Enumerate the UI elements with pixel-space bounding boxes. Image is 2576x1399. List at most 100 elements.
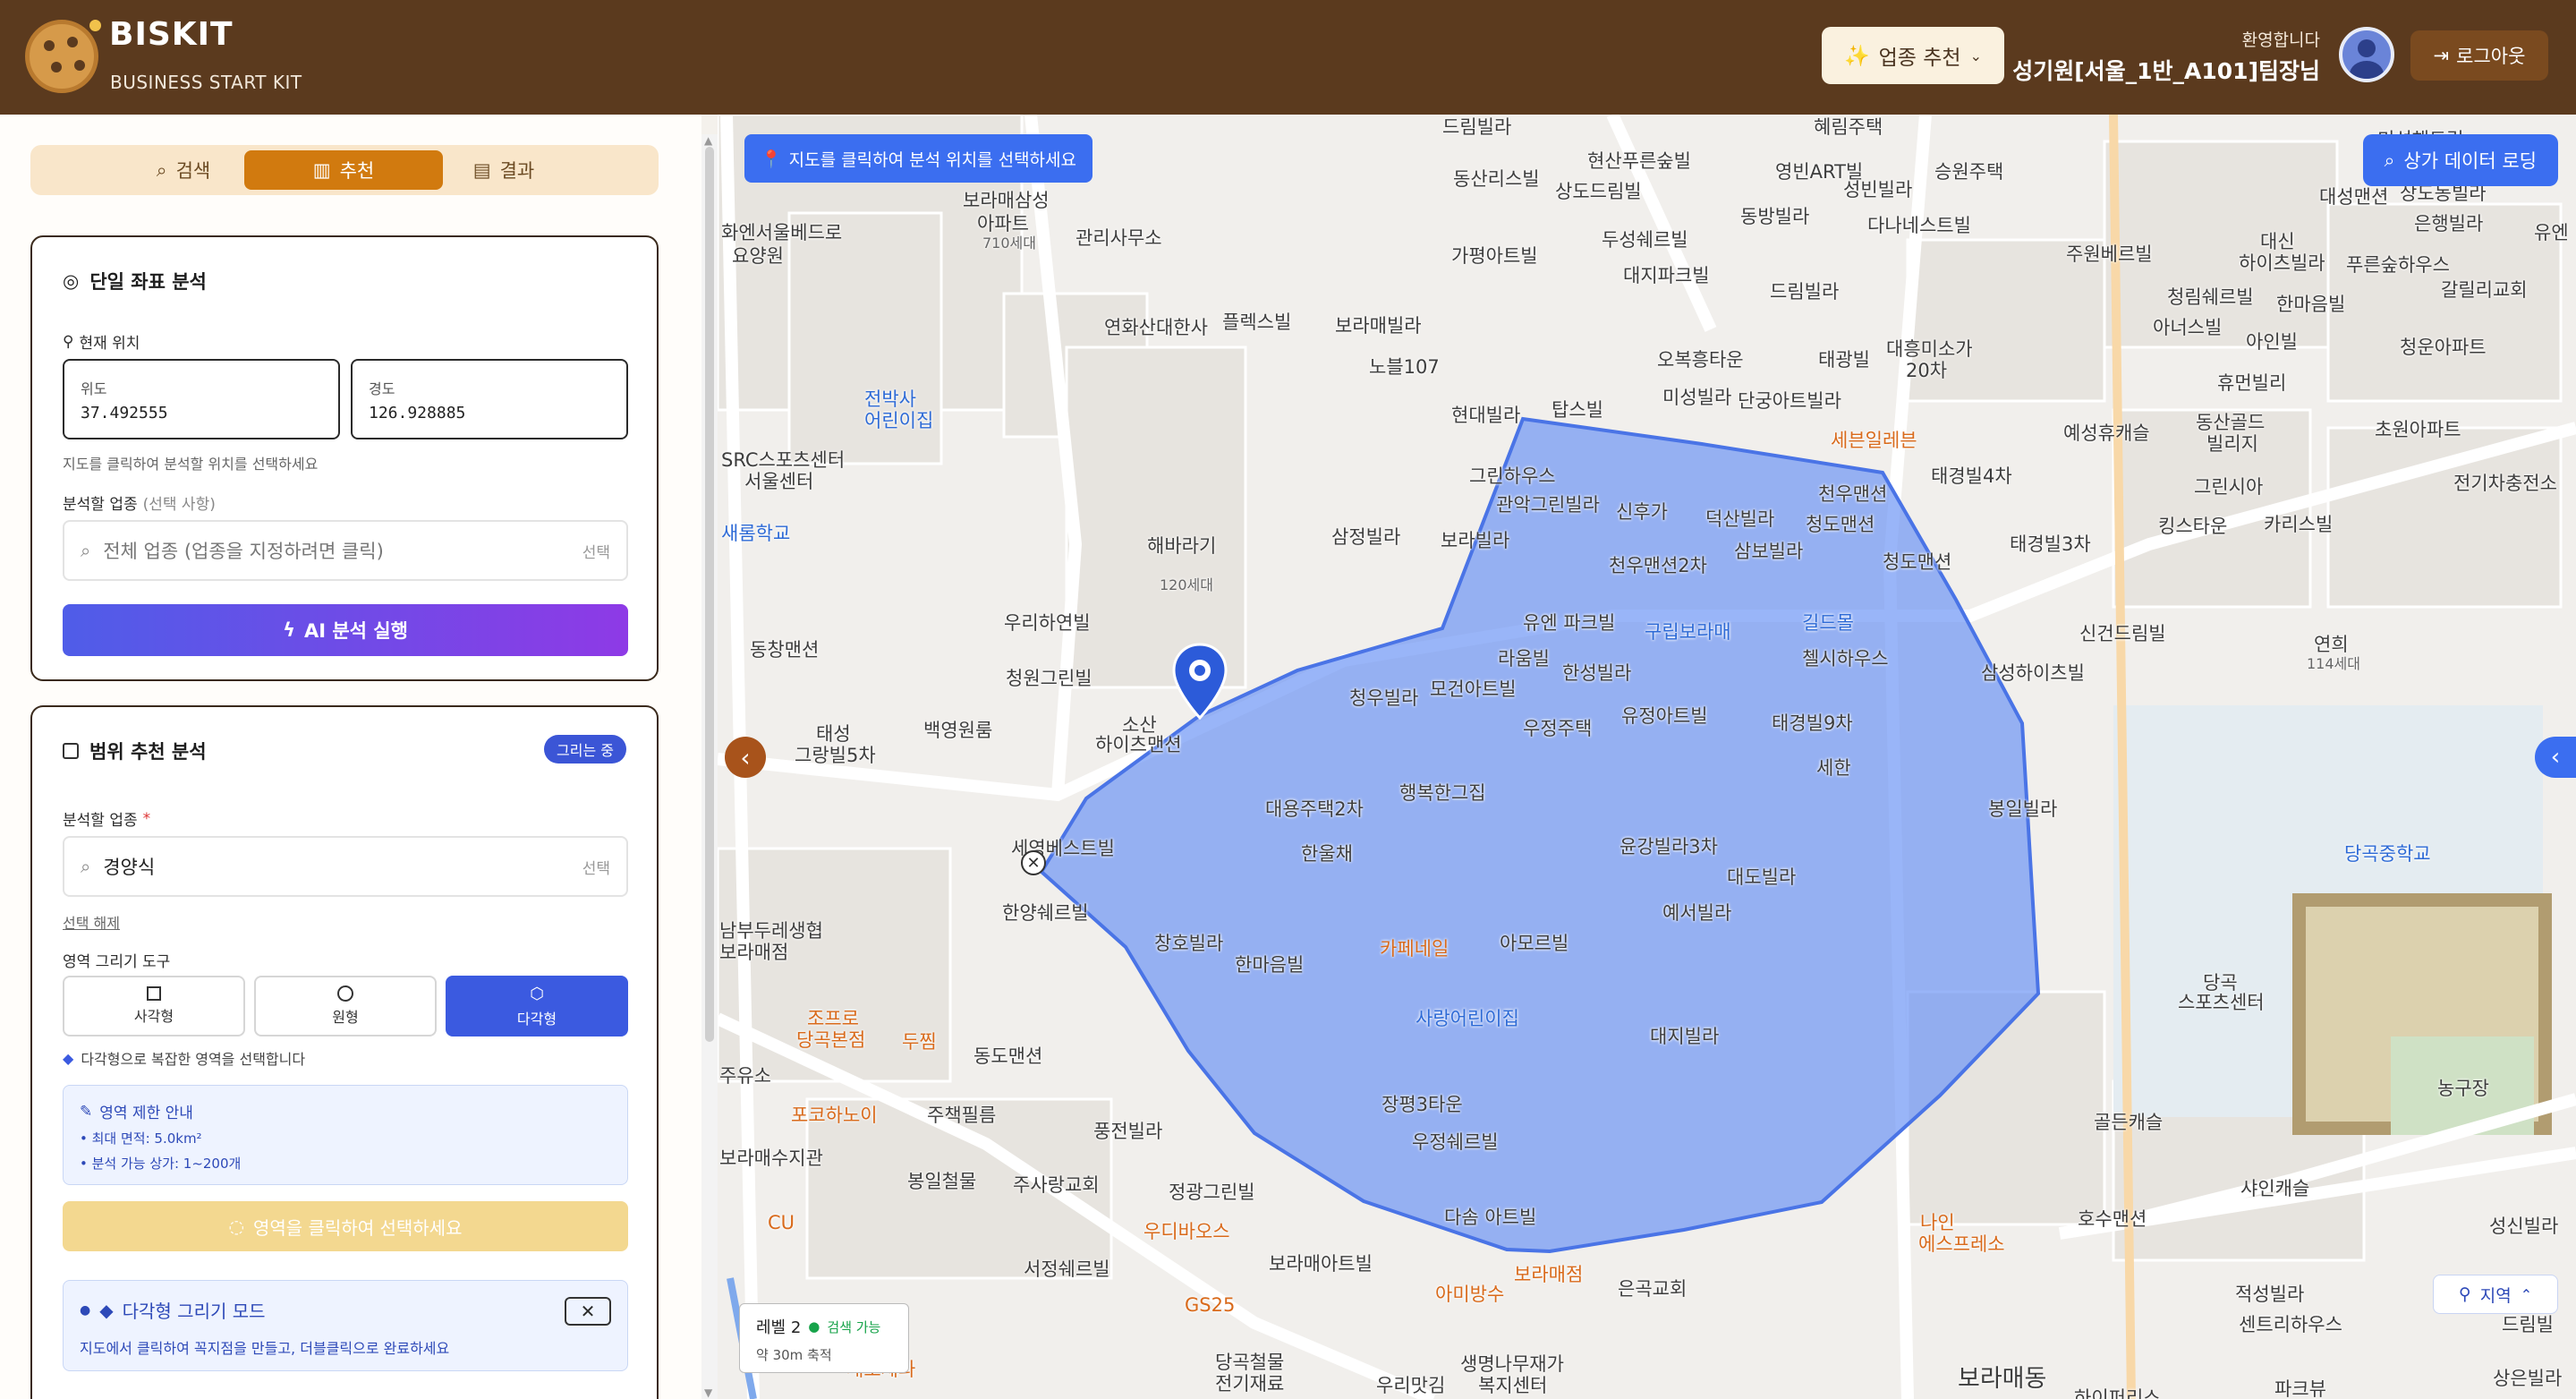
map-label: 한마음빌 (2276, 294, 2346, 315)
select-area-button[interactable]: ◌ 영역을 클릭하여 선택하세요 (63, 1201, 628, 1251)
current-location-text: 현재 위치 (79, 335, 140, 353)
polygon-note-text: 다각형으로 복잡한 영역을 선택합니다 (81, 1051, 306, 1068)
map-label: 상은빌라 (2493, 1368, 2563, 1389)
close-icon[interactable]: ✕ (565, 1297, 611, 1326)
map-label: 대지파크빌 (1623, 265, 1710, 286)
map-label: 당곡중학교 (2344, 843, 2431, 865)
status-dot-icon: ● (808, 1318, 820, 1335)
max-area-text: • 최대 면적: 5.0km² (80, 1130, 202, 1147)
longitude-field[interactable]: 경도 126.928885 (351, 359, 628, 439)
map-label: 아미방수 (1435, 1284, 1505, 1305)
circle-icon (337, 985, 353, 1002)
map-label: 해바라기 (1147, 535, 1217, 557)
expand-panel-button[interactable]: ‹ (2535, 737, 2576, 778)
map-label: 가평아트빌 (1451, 245, 1538, 267)
map-label: 주유소 (719, 1065, 771, 1087)
unselect-link[interactable]: 선택 해제 (63, 911, 120, 933)
polygon-start-point-close-icon[interactable]: ✕ (1021, 850, 1046, 875)
diamond-icon: ◆ (99, 1299, 114, 1321)
hexagon-icon: ⬡ (530, 984, 544, 1003)
map-label: 아모르빌 (1500, 933, 1569, 954)
map-label: 동창맨션 (750, 639, 820, 661)
select-area-label: 영역을 클릭하여 선택하세요 (252, 1216, 463, 1239)
map-label: 창호빌라 (1154, 933, 1224, 954)
rectangle-tool-button[interactable]: 사각형 (63, 976, 245, 1036)
range-business-value: 경양식 (103, 857, 156, 878)
avatar[interactable] (2339, 27, 2394, 82)
range-business-input[interactable]: ⌕ 경양식 선택 (63, 836, 628, 897)
map-label: 동방빌라 (1740, 206, 1810, 227)
map-label: 구립보라매 (1645, 621, 1731, 643)
loading-icon: ◌ (228, 1216, 244, 1237)
map-label: 유엔 파크빌 (1523, 612, 1616, 634)
map-label: 대용주택2차 (1265, 798, 1364, 820)
map-label: 상도드림빌 (1555, 181, 1642, 202)
industry-recommend-button[interactable]: ✨ 업종 추천 ⌄ (1822, 27, 2004, 84)
map-label: 카페네일 (1380, 938, 1450, 960)
logout-icon: ⇥ (2433, 45, 2450, 66)
polygon-mode-title-text: 다각형 그리기 모드 (122, 1301, 266, 1322)
map-label: 노블107 (1369, 356, 1440, 378)
map-label: 우리맛김 (1376, 1375, 1446, 1396)
map-label: 드림빌라 (1442, 116, 1512, 138)
map-label: 두성쉐르빌 (1602, 229, 1688, 251)
polygon-tool-label: 다각형 (516, 1010, 557, 1028)
map-label: 드림빌라 (1770, 281, 1840, 303)
circle-tool-label: 원형 (332, 1009, 359, 1026)
map-label: 성신빌라 (2489, 1216, 2559, 1237)
map-label: 청도맨션 (1883, 551, 1952, 573)
scroll-thumb[interactable] (705, 147, 714, 1042)
collapse-sidebar-button[interactable]: ‹ (725, 737, 766, 778)
map-label: 세븐일레븐 (1831, 430, 1917, 451)
location-pin-icon[interactable] (1169, 641, 1231, 721)
map-label: 센트리하우스 (2239, 1314, 2342, 1335)
map-label: 장평3타운 (1382, 1094, 1463, 1115)
ai-analysis-button[interactable]: ϟ AI 분석 실행 (63, 604, 628, 656)
polygon-mode-title: ● ◆ 다각형 그리기 모드 (80, 1297, 266, 1323)
cookie-logo-icon (25, 20, 98, 93)
map-label: 은곡교회 (1618, 1278, 1688, 1300)
map-label: 당곡본점 (796, 1029, 866, 1051)
polygon-note: ◆ 다각형으로 복잡한 영역을 선택합니다 (63, 1047, 305, 1069)
tab-result[interactable]: ▤ 결과 (404, 150, 603, 190)
map-label: 오복흥타운 (1657, 349, 1744, 371)
region-button[interactable]: ⚲ 지역 ⌃ (2433, 1275, 2558, 1314)
map-label: 우정주택 (1523, 718, 1593, 739)
map-label: 농구장 (2437, 1078, 2489, 1099)
load-store-data-button[interactable]: ⌕ 상가 데이터 로딩 (2362, 134, 2558, 186)
latitude-field[interactable]: 위도 37.492555 (63, 359, 340, 439)
map-label: 모건아트빌 (1430, 678, 1517, 700)
map-label: 킹스타운 (2158, 516, 2228, 537)
industry-recommend-label: 업종 추천 (1878, 47, 1961, 70)
longitude-value: 126.928885 (369, 404, 466, 422)
map-label: 유엔 (2534, 222, 2569, 243)
current-location-label: ⚲ 현재 위치 (63, 330, 140, 354)
map-label: 삼성하이츠빌 (1981, 662, 2085, 684)
sidebar-scrollbar[interactable]: ▲ ▼ (701, 134, 718, 1399)
polygon-tool-button[interactable]: ⬡ 다각형 (446, 976, 628, 1036)
logout-button[interactable]: ⇥ 로그아웃 (2410, 30, 2548, 81)
range-business-label-text: 분석할 업종 (63, 812, 138, 830)
map-label: 세한 (1816, 757, 1851, 779)
business-search-input[interactable]: ⌕ 전체 업종 (업종을 지정하려면 클릭) 선택 (63, 520, 628, 581)
map-hint-banner: 📍 지도를 클릭하여 분석 위치를 선택하세요 (744, 134, 1092, 183)
checkbox-icon[interactable] (63, 743, 79, 759)
map-label: 갈릴리교회 (2441, 279, 2528, 301)
map-view[interactable]: 드림빌라 혜림주택 미성해드림 동산리스빌 현산푸른숲빌 영빈ART빌 승원주택… (718, 115, 2576, 1399)
scroll-up-icon[interactable]: ▲ (704, 134, 712, 147)
map-label: 현산푸른숲빌 (1587, 150, 1691, 172)
map-click-hint: 지도를 클릭하여 분석할 위치를 선택하세요 (63, 456, 319, 473)
tab-result-label: 결과 (499, 160, 535, 182)
map-label: 보라매빌라 (1335, 315, 1422, 337)
scroll-down-icon[interactable]: ▼ (704, 1386, 712, 1399)
map-label: 태광빌 (1818, 349, 1870, 371)
map-label: 요양원 (732, 245, 784, 267)
business-optional-text: (선택 사항) (142, 496, 216, 514)
map-label: 어린이집 (864, 410, 934, 431)
map-label: 삼정빌라 (1331, 526, 1401, 548)
circle-tool-button[interactable]: 원형 (254, 976, 437, 1036)
map-label: 보라매수지관 (719, 1147, 823, 1169)
map-label: 복지센터 (1478, 1375, 1548, 1396)
load-store-data-label: 상가 데이터 로딩 (2403, 150, 2537, 172)
map-label: 청원그린빌 (1006, 668, 1092, 689)
